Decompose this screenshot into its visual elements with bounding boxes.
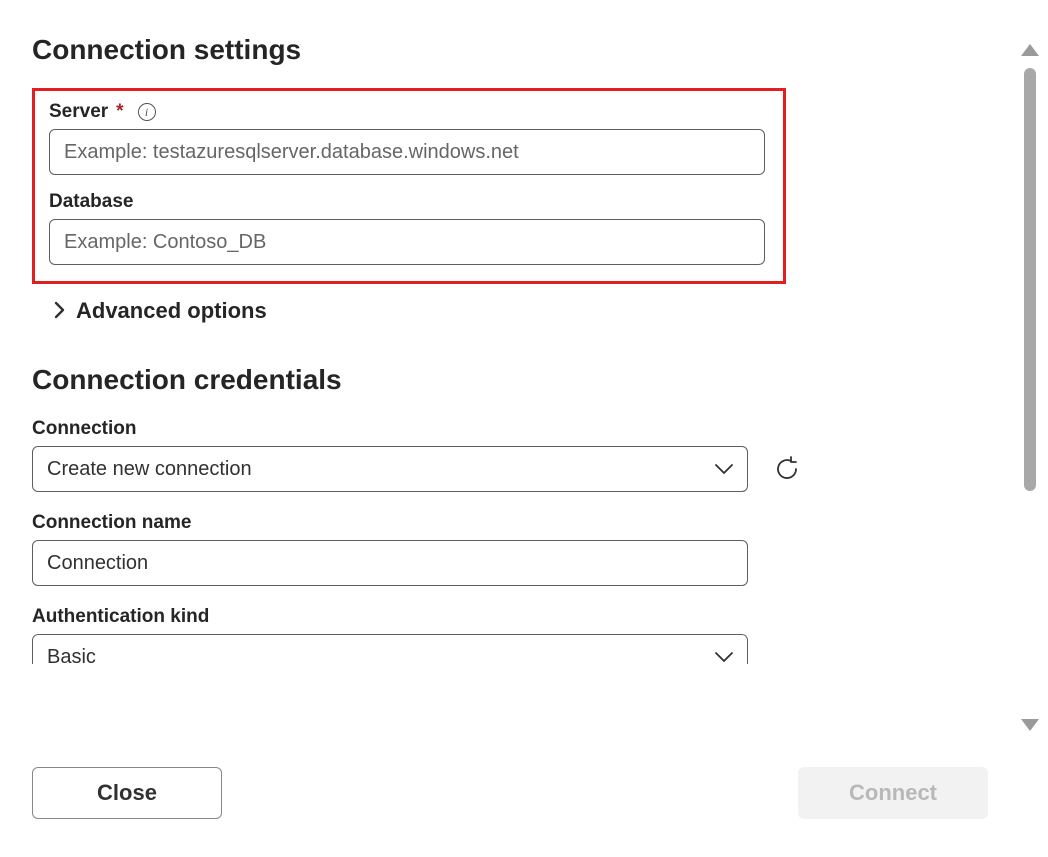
auth-kind-field: Authentication kind Basic [32,606,748,664]
database-field: Database [49,191,769,265]
server-field: Server * i [49,101,769,175]
connection-name-label: Connection name [32,512,191,534]
advanced-options-toggle[interactable]: Advanced options [54,298,1008,324]
scrollbar-track[interactable] [1024,68,1036,709]
connect-button-label: Connect [849,780,937,806]
info-icon[interactable]: i [138,103,156,121]
connection-settings-heading: Connection settings [32,34,1008,66]
server-label-row: Server * i [49,101,769,123]
auth-kind-label: Authentication kind [32,606,209,628]
auth-kind-select[interactable]: Basic [32,634,748,664]
server-input[interactable] [49,129,765,175]
connection-name-field: Connection name [32,512,748,586]
close-button-label: Close [97,780,157,806]
connection-settings-highlight: Server * i Database [32,88,786,284]
connection-credentials-heading: Connection credentials [32,364,1008,396]
scroll-down-arrow-icon[interactable] [1021,719,1039,731]
settings-scroll-region: Connection settings Server * i Database [0,0,1008,737]
connection-select-value: Create new connection [47,458,252,481]
refresh-connections-button[interactable] [774,455,800,483]
database-input[interactable] [49,219,765,265]
connection-name-input[interactable] [32,540,748,586]
dialog-footer: Close Connect [0,747,1008,857]
server-label: Server [49,101,108,123]
connection-field: Connection Create new connection [32,418,748,492]
required-indicator: * [116,101,123,123]
vertical-scrollbar[interactable] [1018,44,1042,717]
auth-kind-select-value: Basic [47,646,96,664]
database-label-row: Database [49,191,769,213]
connection-label: Connection [32,418,137,440]
connect-button[interactable]: Connect [798,767,988,819]
chevron-right-icon [54,301,66,322]
close-button[interactable]: Close [32,767,222,819]
scrollbar-thumb[interactable] [1024,68,1036,491]
scroll-up-arrow-icon[interactable] [1021,44,1039,56]
advanced-options-label: Advanced options [76,298,267,324]
database-label: Database [49,191,134,213]
connection-select[interactable]: Create new connection [32,446,748,492]
